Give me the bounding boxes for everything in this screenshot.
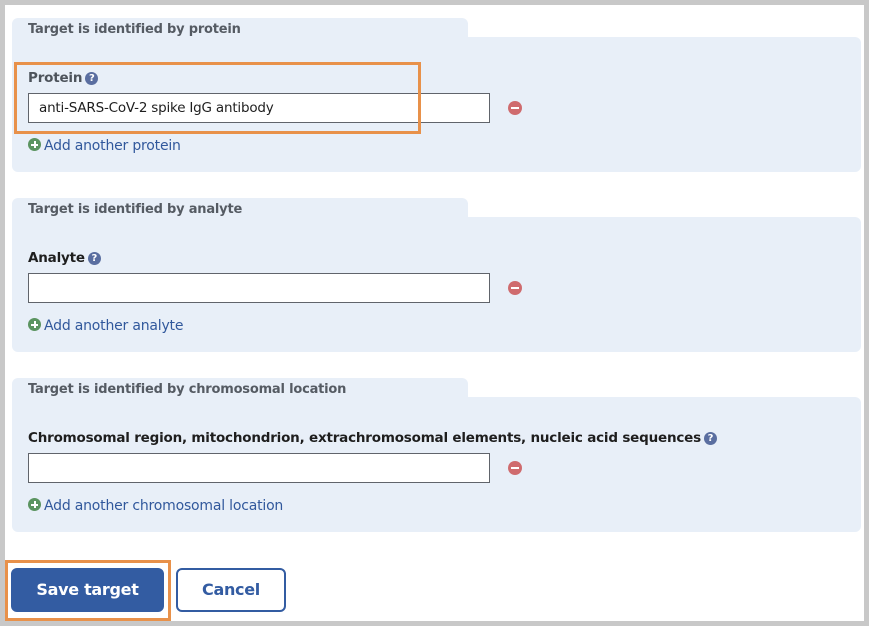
protein-fieldset: Target is identified by protein Protein?…: [12, 18, 861, 172]
fieldset-body: Chromosomal region, mitochondrion, extra…: [12, 397, 861, 532]
chromosomal-legend: Target is identified by chromosomal loca…: [28, 382, 347, 397]
chromosomal-label: Chromosomal region, mitochondrion, extra…: [28, 430, 717, 446]
chromosomal-label-text: Chromosomal region, mitochondrion, extra…: [28, 430, 701, 446]
add-chromosomal-label: Add another chromosomal location: [44, 498, 284, 514]
plus-circle-icon: [28, 138, 41, 151]
analyte-input[interactable]: [28, 273, 490, 303]
add-another-protein-link[interactable]: Add another protein: [28, 138, 181, 154]
fieldset-body: Analyte? Add another analyte: [12, 217, 861, 352]
analyte-label: Analyte?: [28, 250, 101, 266]
add-another-chromosomal-location-link[interactable]: Add another chromosomal location: [28, 498, 283, 514]
remove-protein-icon[interactable]: [508, 101, 522, 115]
plus-circle-icon: [28, 498, 41, 511]
cancel-button[interactable]: Cancel: [176, 568, 286, 612]
analyte-label-text: Analyte: [28, 250, 85, 266]
help-icon[interactable]: ?: [87, 252, 101, 265]
protein-label: Protein?: [28, 70, 99, 86]
protein-label-text: Protein: [28, 70, 83, 86]
protein-input[interactable]: anti-SARS-CoV-2 spike IgG antibody: [28, 93, 490, 123]
remove-analyte-icon[interactable]: [508, 281, 522, 295]
add-another-analyte-link[interactable]: Add another analyte: [28, 318, 183, 334]
add-analyte-label: Add another analyte: [44, 318, 184, 334]
plus-circle-icon: [28, 318, 41, 331]
chromosomal-location-fieldset: Target is identified by chromosomal loca…: [12, 378, 861, 532]
add-protein-label: Add another protein: [44, 138, 181, 154]
help-icon[interactable]: ?: [703, 432, 717, 445]
remove-chromosomal-location-icon[interactable]: [508, 461, 522, 475]
target-form: Target is identified by protein Protein?…: [5, 5, 864, 621]
protein-legend: Target is identified by protein: [28, 22, 241, 37]
chromosomal-location-input[interactable]: [28, 453, 490, 483]
help-icon[interactable]: ?: [85, 72, 99, 85]
analyte-legend: Target is identified by analyte: [28, 202, 243, 217]
analyte-fieldset: Target is identified by analyte Analyte?…: [12, 198, 861, 352]
save-target-button[interactable]: Save target: [11, 568, 164, 612]
fieldset-body: Protein? anti-SARS-CoV-2 spike IgG antib…: [12, 37, 861, 172]
